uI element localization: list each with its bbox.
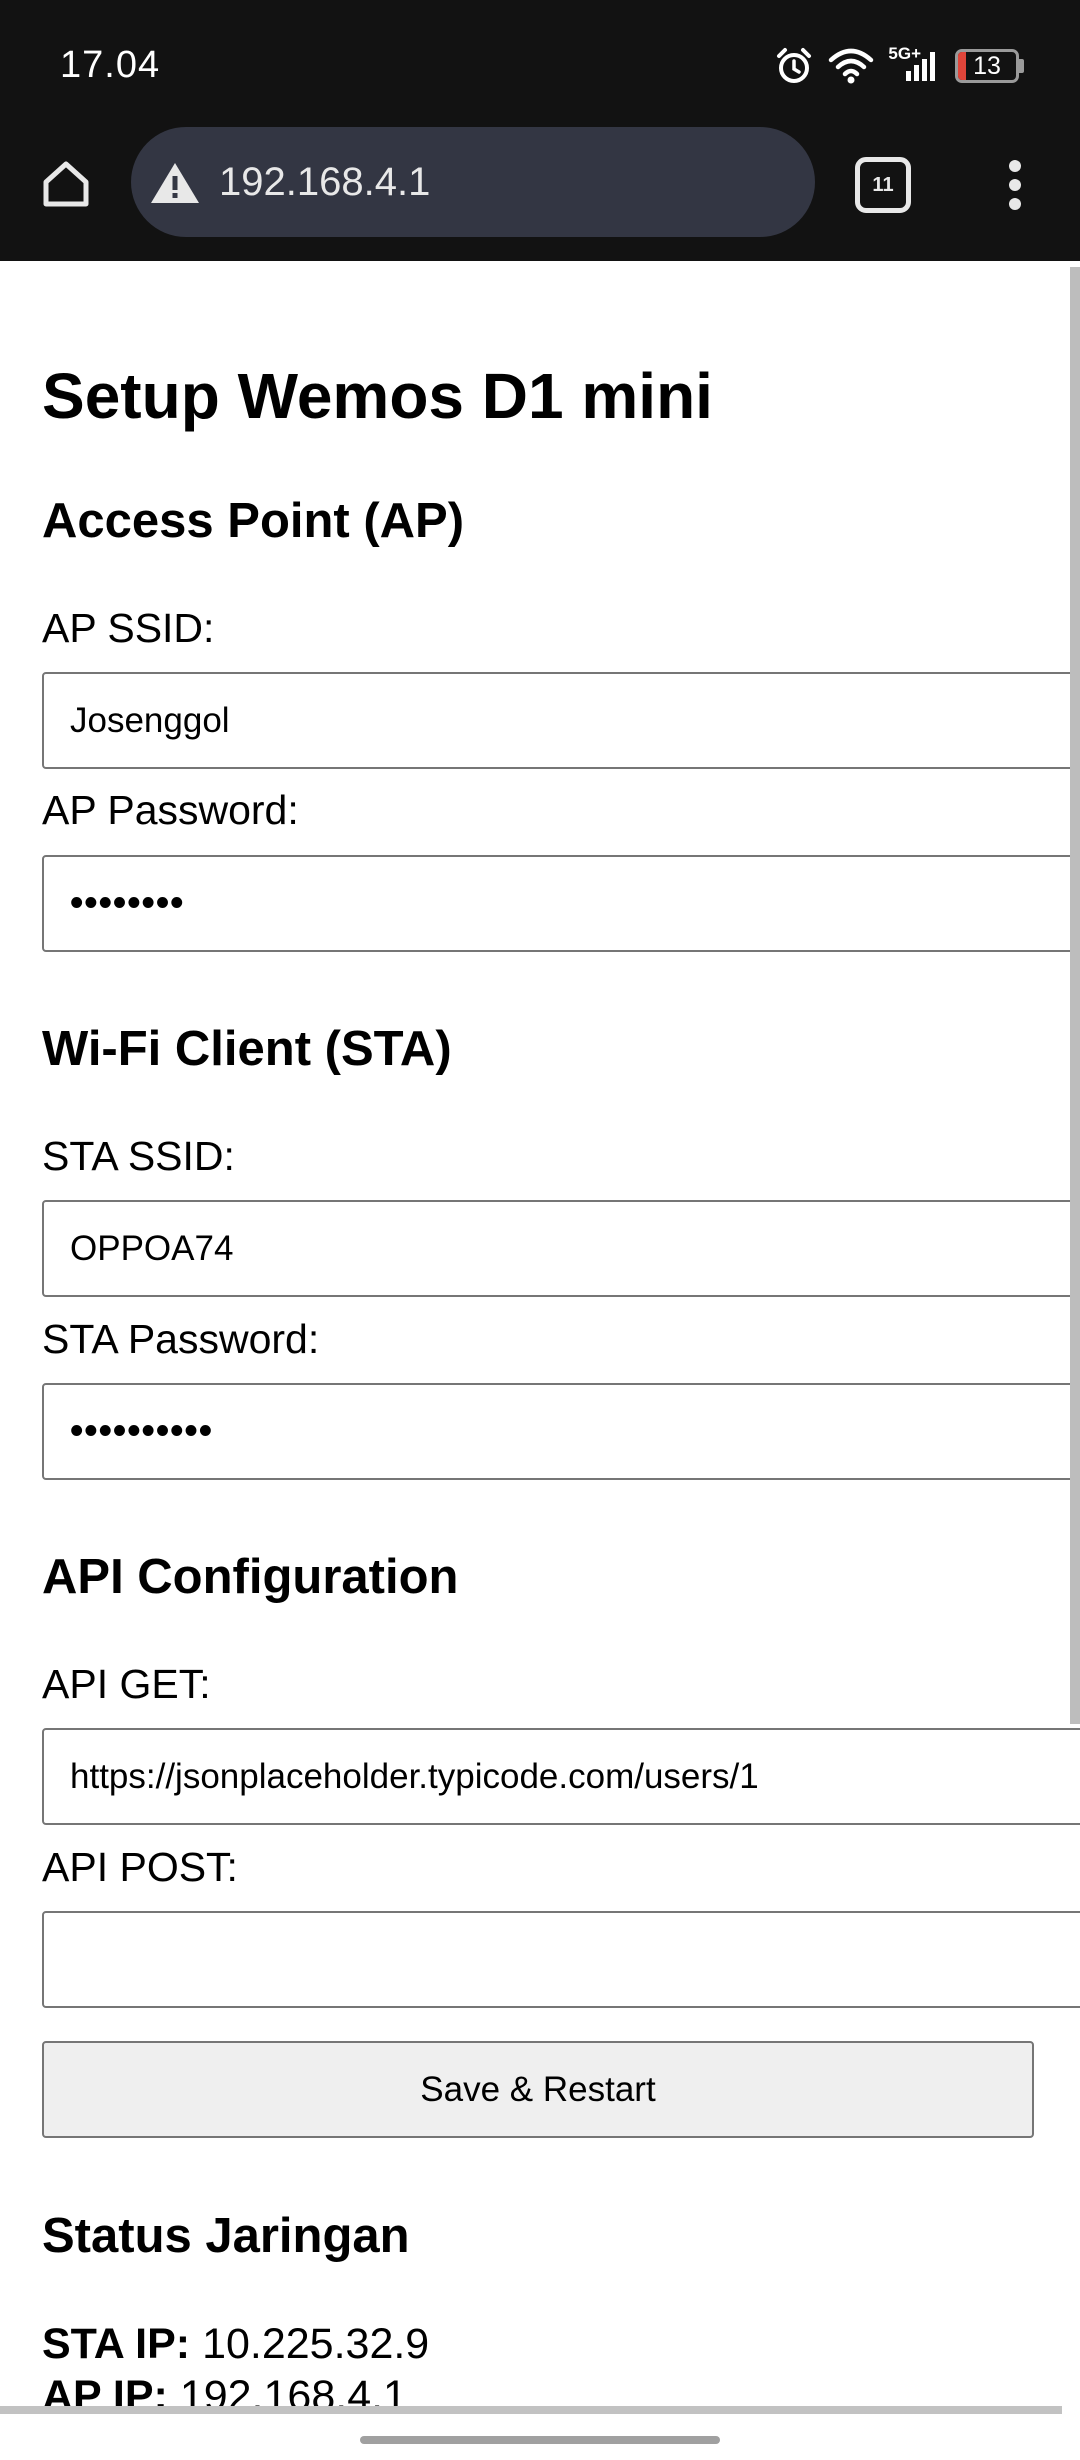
ap-ssid-label: AP SSID: — [42, 605, 215, 651]
browser-menu-button[interactable] — [995, 155, 1035, 215]
menu-dot-icon — [1009, 198, 1021, 210]
sta-section-heading: Wi-Fi Client (STA) — [42, 1022, 452, 1076]
api-section-heading: API Configuration — [42, 1550, 459, 1604]
tab-switcher-button[interactable]: 11 — [855, 157, 911, 213]
url-text[interactable]: 192.168.4.1 — [219, 160, 430, 205]
sta-password-label: STA Password: — [42, 1316, 320, 1362]
ap-section-heading: Access Point (AP) — [42, 494, 465, 548]
wifi-icon — [829, 48, 874, 84]
sta-ssid-label: STA SSID: — [42, 1133, 235, 1179]
battery-indicator: 13 — [955, 49, 1024, 83]
alarm-icon — [777, 48, 812, 83]
sta-ip-line: STA IP: 10.225.32.9 — [42, 2320, 429, 2369]
address-bar[interactable]: 192.168.4.1 — [131, 127, 815, 237]
sta-ssid-input[interactable]: OPPOA74 — [42, 1200, 1080, 1297]
sta-ip-value: 10.225.32.9 — [202, 2320, 430, 2368]
warning-icon[interactable] — [149, 160, 201, 206]
status-bar: 17.04 5G+ 13 — [0, 0, 1080, 130]
vertical-scrollbar[interactable] — [1070, 267, 1080, 1724]
network-type-label: 5G+ — [888, 44, 921, 63]
status-icons: 5G+ 13 — [774, 42, 1024, 90]
api-post-label: API POST: — [42, 1844, 238, 1890]
browser-toolbar: 192.168.4.1 11 — [0, 127, 1080, 261]
battery-level: 13 — [973, 51, 1001, 80]
api-post-input[interactable] — [42, 1911, 1080, 2008]
battery-nub — [1019, 59, 1024, 73]
menu-dot-icon — [1009, 179, 1021, 191]
ap-ssid-input[interactable]: Josenggol — [42, 672, 1080, 769]
sta-password-input[interactable]: •••••••••• — [42, 1383, 1080, 1480]
web-page: Setup Wemos D1 mini Access Point (AP) AP… — [0, 261, 1080, 2420]
home-button[interactable] — [34, 152, 98, 216]
status-time: 17.04 — [60, 44, 161, 86]
menu-dot-icon — [1009, 160, 1021, 172]
save-restart-button[interactable]: Save & Restart — [42, 2041, 1034, 2138]
status-section-heading: Status Jaringan — [42, 2209, 410, 2263]
sta-ip-label: STA IP: — [42, 2320, 191, 2368]
gesture-navigation-bar[interactable] — [360, 2436, 720, 2444]
home-icon — [43, 161, 89, 207]
page-title: Setup Wemos D1 mini — [42, 360, 713, 432]
ap-password-label: AP Password: — [42, 787, 299, 833]
api-get-label: API GET: — [42, 1661, 211, 1707]
battery-icon: 13 — [955, 49, 1019, 83]
ap-password-input[interactable]: •••••••• — [42, 855, 1080, 952]
tab-count: 11 — [872, 173, 894, 196]
horizontal-scrollbar[interactable] — [0, 2406, 1062, 2414]
api-get-input[interactable]: https://jsonplaceholder.typicode.com/use… — [42, 1728, 1080, 1825]
battery-fill — [958, 52, 966, 80]
